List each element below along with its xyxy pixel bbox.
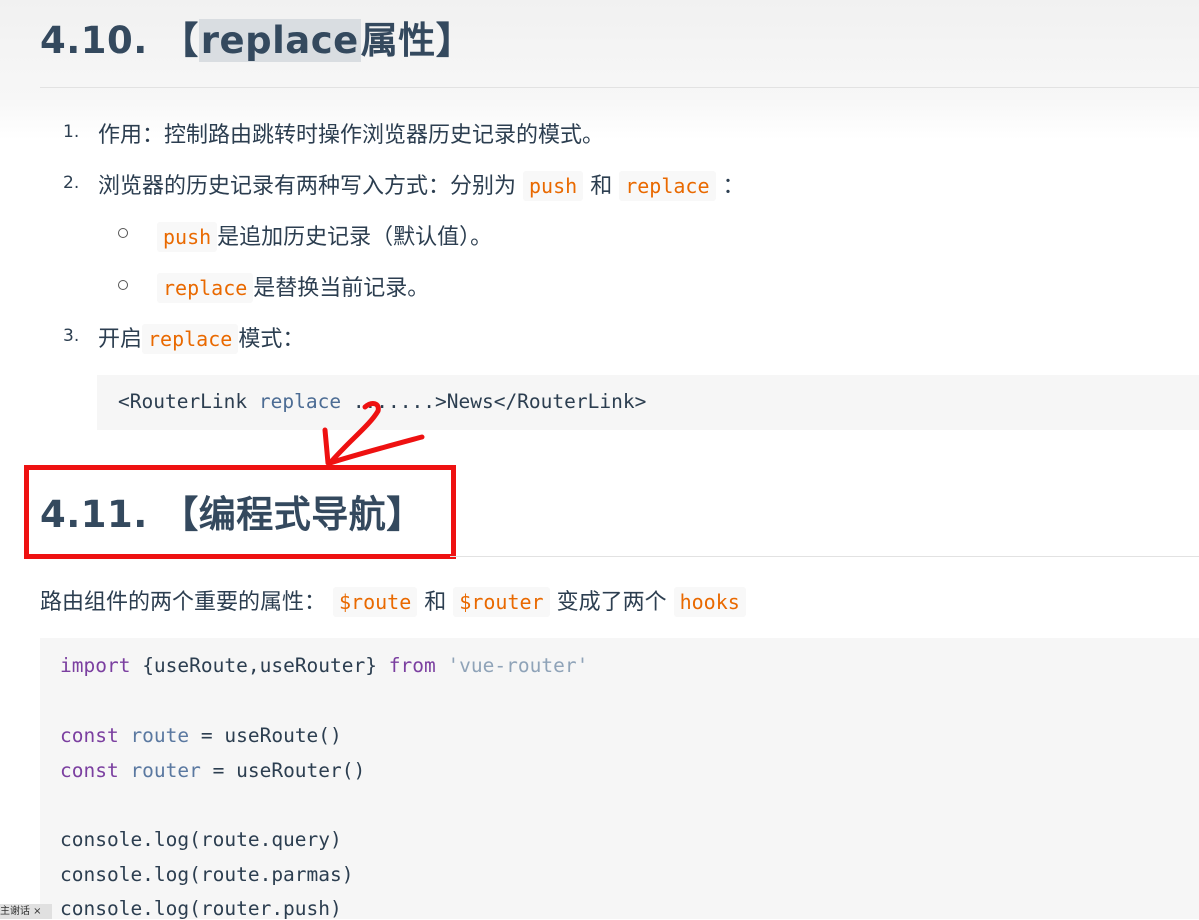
- code-line-log-push: console.log(router.push): [60, 897, 342, 920]
- para-text-b: 和: [424, 590, 447, 615]
- list-item-2: 浏览器的历史记录有两种写入方式：分别为 push 和 replace ：: [98, 168, 745, 201]
- section-heading-4-10: 4.10. 【replace属性】: [40, 10, 473, 64]
- corner-tooltip[interactable]: 主谢话 ×: [0, 904, 52, 919]
- code-imports: {useRoute,useRouter}: [130, 654, 389, 677]
- code-line-import: import {useRoute,useRouter} from 'vue-ro…: [60, 654, 588, 677]
- inline-code-replace: replace: [619, 171, 716, 201]
- list-item-3: 开启 replace 模式：: [98, 321, 305, 354]
- list-item-2-text-c: ：: [722, 174, 745, 199]
- bracket-close: 】: [435, 19, 474, 62]
- para-text-a: 路由组件的两个重要的属性：: [40, 590, 327, 615]
- heading-highlight: replace: [198, 19, 361, 62]
- inline-code-push: push: [157, 222, 218, 252]
- list-number-1: 1.: [63, 122, 80, 142]
- code-line-log-query: console.log(route.query): [60, 828, 342, 851]
- inline-code-replace: replace: [157, 273, 254, 303]
- sub-list-item-1: push 是追加历史记录（默认值）。: [157, 219, 493, 252]
- heading-rest: 属性: [360, 19, 436, 62]
- list-item-1: 作用：控制路由跳转时操作浏览器历史记录的模式。: [98, 123, 605, 148]
- code-expression: = useRouter(): [200, 759, 366, 782]
- sub-list-item-1-text: 是追加历史记录（默认值）。: [217, 225, 493, 250]
- inline-code-router: $router: [453, 587, 550, 617]
- inline-code-route: $route: [333, 587, 418, 617]
- sub-list-item-2: replace 是替换当前记录。: [157, 270, 430, 303]
- code-string: 'vue-router': [435, 654, 589, 677]
- code-keyword: const: [60, 759, 119, 782]
- list-item-2-text-a: 浏览器的历史记录有两种写入方式：分别为: [98, 174, 517, 199]
- list-item-2-text-b: 和: [590, 174, 613, 199]
- code-keyword: import: [60, 654, 131, 677]
- bracket-open: 【: [161, 19, 199, 62]
- heading-divider: [40, 87, 1199, 88]
- sub-list-item-2-text: 是替换当前记录。: [253, 276, 430, 301]
- list-number-2: 2.: [63, 173, 80, 193]
- para-text-c: 变成了两个: [556, 590, 667, 615]
- code-keyword: const: [60, 724, 119, 747]
- list-number-3: 3.: [63, 326, 80, 346]
- code-expression: = useRoute(): [189, 724, 342, 747]
- bullet-icon: [118, 228, 128, 238]
- paragraph-hooks: 路由组件的两个重要的属性： $route 和 $router 变成了两个 hoo…: [40, 584, 746, 617]
- heading-divider: [450, 556, 1199, 557]
- list-item-3-text-b: 模式：: [238, 327, 305, 352]
- code-line-const-route: const route = useRoute(): [60, 724, 342, 747]
- code-variable: router: [118, 759, 201, 782]
- code-line-log-params: console.log(route.parmas): [60, 863, 354, 886]
- inline-code-replace: replace: [142, 324, 239, 354]
- code-keyword: from: [388, 654, 436, 677]
- annotation-arrow-icon: [322, 401, 425, 466]
- inline-code-hooks: hooks: [673, 587, 746, 617]
- list-item-3-text-a: 开启: [98, 327, 143, 352]
- code-variable: route: [118, 724, 190, 747]
- code-line-const-router: const router = useRouter(): [60, 759, 365, 782]
- code-tag-open: <RouterLink: [118, 390, 259, 413]
- annotation-highlight-box: [24, 465, 456, 559]
- inline-code-push: push: [523, 171, 584, 201]
- heading-number: 4.10.: [40, 19, 148, 62]
- bullet-icon: [118, 280, 128, 290]
